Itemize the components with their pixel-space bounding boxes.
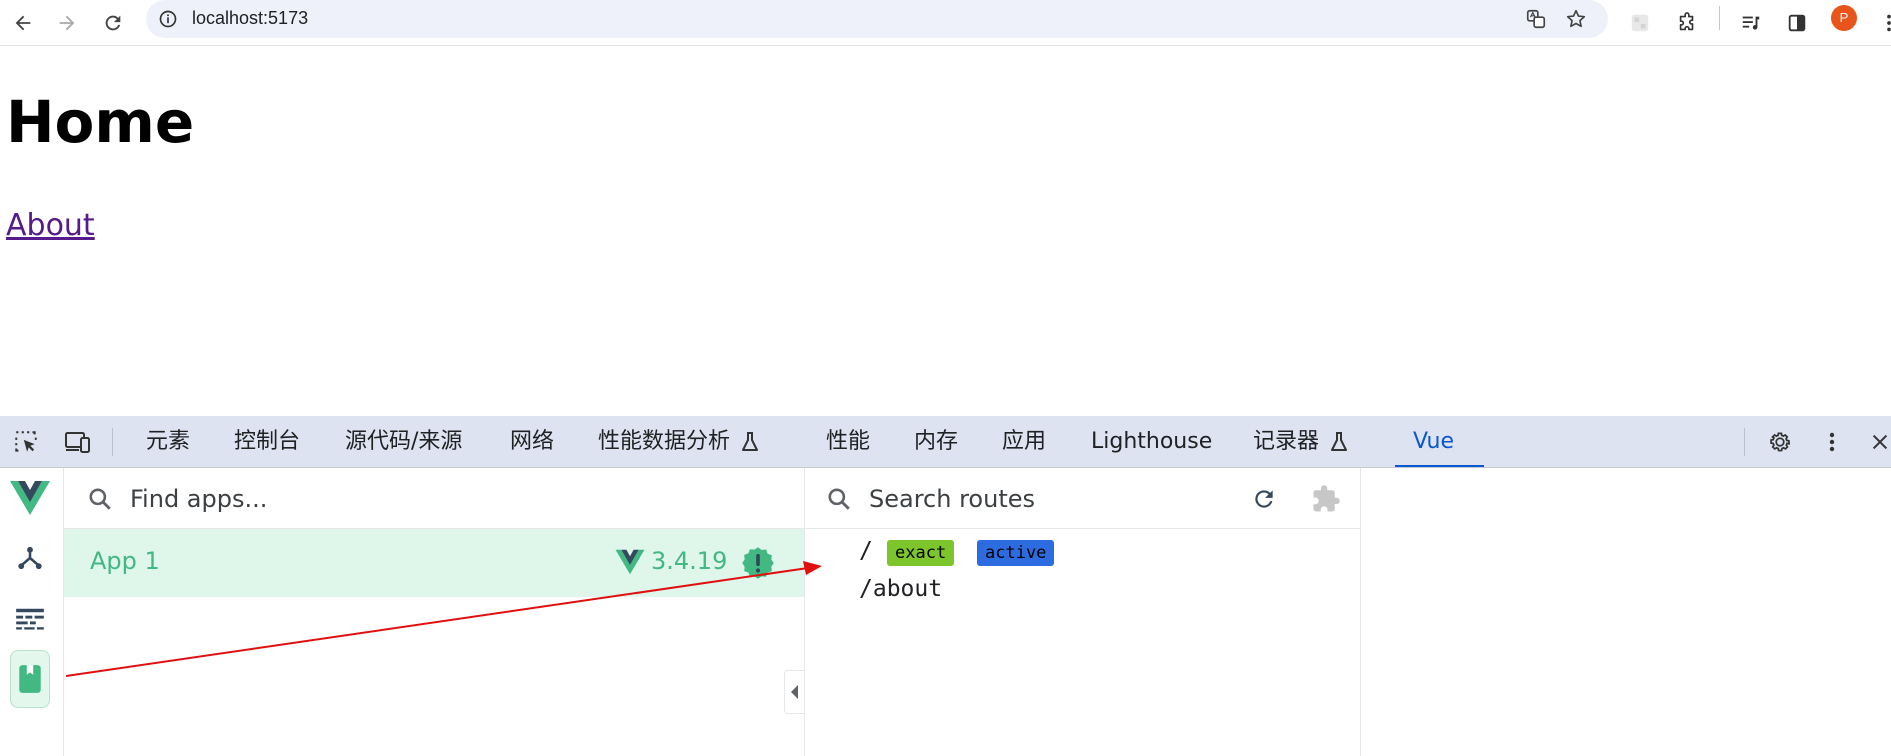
close-devtools-icon[interactable] xyxy=(1866,428,1891,456)
devtools-more-icon[interactable] xyxy=(1818,428,1846,456)
active-tag: active xyxy=(977,540,1055,566)
extensions-puzzle-icon[interactable] xyxy=(1674,10,1700,36)
tab-recorder[interactable]: 记录器 xyxy=(1253,416,1349,467)
settings-gear-icon[interactable] xyxy=(1766,428,1794,456)
collapse-pane-button[interactable] xyxy=(784,670,804,714)
tab-vue[interactable]: Vue xyxy=(1394,416,1485,467)
inspect-element-icon[interactable] xyxy=(12,428,40,456)
find-apps-input[interactable] xyxy=(128,480,732,518)
devtools-panel: 元素 控制台 源代码/来源 网络 性能数据分析 性能 内存 应用 Lightho… xyxy=(0,416,1891,756)
apps-search-row xyxy=(64,468,804,529)
route-path: / xyxy=(859,538,873,564)
vue-devtools-sidebar xyxy=(0,468,64,756)
devtools-tab-bar: 元素 控制台 源代码/来源 网络 性能数据分析 性能 内存 应用 Lightho… xyxy=(0,416,1891,468)
app-list-item[interactable]: App 1 3.4.19 xyxy=(64,529,804,597)
extension-placeholder-icon[interactable] xyxy=(1627,10,1653,36)
tab-performance[interactable]: 性能 xyxy=(826,416,870,467)
browser-toolbar: localhost:5173 P xyxy=(0,0,1891,46)
tab-separator xyxy=(112,428,113,456)
tab-elements[interactable]: 元素 xyxy=(146,416,190,467)
bookmark-star-icon[interactable] xyxy=(1564,7,1588,31)
plugin-puzzle-icon[interactable] xyxy=(1311,484,1341,514)
vue-logo-icon[interactable] xyxy=(10,478,50,518)
forward-button[interactable] xyxy=(50,6,84,40)
tab-network[interactable]: 网络 xyxy=(510,416,554,467)
exact-tag: exact xyxy=(887,540,955,566)
tab-memory[interactable]: 内存 xyxy=(914,416,958,467)
vue-logo-icon xyxy=(615,549,645,579)
tab-application[interactable]: 应用 xyxy=(1002,416,1046,467)
page-heading: Home xyxy=(6,88,195,156)
site-info-icon[interactable] xyxy=(156,7,180,31)
routes-book-icon[interactable] xyxy=(10,650,50,708)
tab-performance-insights-label: 性能数据分析 xyxy=(598,429,731,454)
more-menu-icon[interactable] xyxy=(1876,10,1891,36)
search-icon xyxy=(86,485,114,513)
caret-left-icon xyxy=(790,685,798,699)
apps-pane: App 1 3.4.19 xyxy=(64,468,805,756)
arrow-right-icon xyxy=(59,15,75,31)
tab-performance-insights[interactable]: 性能数据分析 xyxy=(598,416,760,467)
back-button[interactable] xyxy=(6,6,40,40)
route-item[interactable]: / exact active xyxy=(805,534,1360,570)
profile-avatar[interactable]: P xyxy=(1831,5,1857,31)
device-toolbar-icon[interactable] xyxy=(64,428,92,456)
toolbar-divider xyxy=(1719,6,1720,30)
route-item[interactable]: /about xyxy=(805,572,1360,608)
refresh-icon[interactable] xyxy=(1249,484,1279,514)
translate-icon[interactable] xyxy=(1524,7,1548,31)
app-name: App 1 xyxy=(90,547,160,575)
reload-icon xyxy=(105,15,121,31)
url-text[interactable]: localhost:5173 xyxy=(192,8,308,29)
routes-search-row xyxy=(805,468,1360,529)
routes-pane: / exact active /about xyxy=(805,468,1361,756)
tab-sources[interactable]: 源代码/来源 xyxy=(345,416,462,467)
media-controls-icon[interactable] xyxy=(1738,10,1764,36)
search-icon xyxy=(825,485,853,513)
tab-recorder-label: 记录器 xyxy=(1253,429,1320,454)
tab-console[interactable]: 控制台 xyxy=(234,416,300,467)
about-link[interactable]: About xyxy=(6,208,95,243)
experimental-flask-icon xyxy=(1331,432,1348,451)
vue-version: 3.4.19 xyxy=(651,547,728,575)
reload-button[interactable] xyxy=(96,6,130,40)
timeline-icon[interactable] xyxy=(10,598,50,638)
side-panel-icon[interactable] xyxy=(1784,10,1810,36)
warning-badge-icon[interactable] xyxy=(740,545,776,585)
experimental-flask-icon xyxy=(742,432,759,451)
tab-separator xyxy=(1744,428,1745,456)
route-path: /about xyxy=(859,576,943,602)
address-bar[interactable]: localhost:5173 xyxy=(146,0,1608,38)
tab-lighthouse[interactable]: Lighthouse xyxy=(1091,416,1212,467)
arrow-left-icon xyxy=(15,15,31,31)
search-routes-input[interactable] xyxy=(867,480,1231,518)
component-tree-icon[interactable] xyxy=(10,538,50,578)
